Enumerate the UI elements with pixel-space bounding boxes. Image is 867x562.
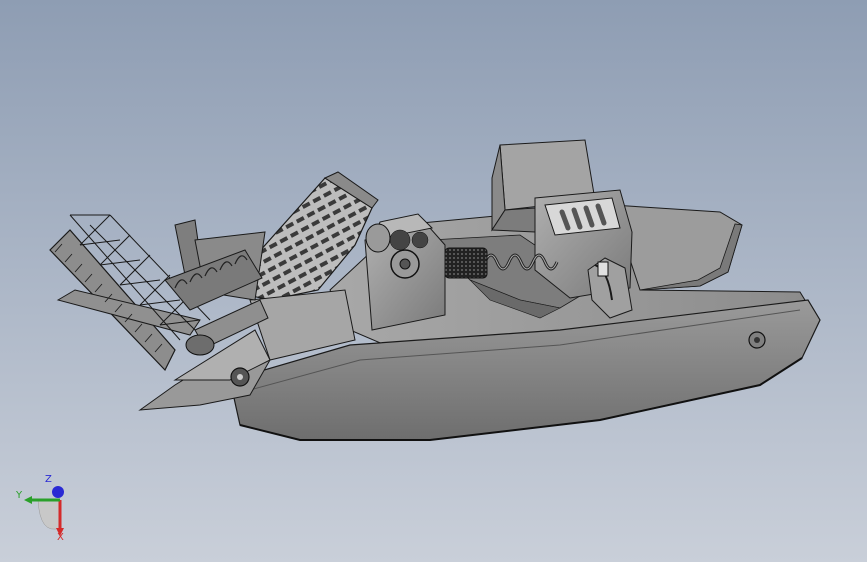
orientation-triad[interactable]: Z Y X [0,460,100,560]
triad-base [37,499,61,530]
y-axis-arrow-head [24,496,32,504]
cad-viewport[interactable]: Z Y X [0,0,867,562]
mesh-cylinder [444,247,488,279]
y-axis-label: Y [15,490,23,501]
boat-harvester-model[interactable] [0,0,867,562]
x-axis-label: X [57,532,64,543]
z-axis-label: Z [45,474,52,485]
z-axis-arrow [52,486,64,498]
hull-emblem-icon [748,331,766,349]
